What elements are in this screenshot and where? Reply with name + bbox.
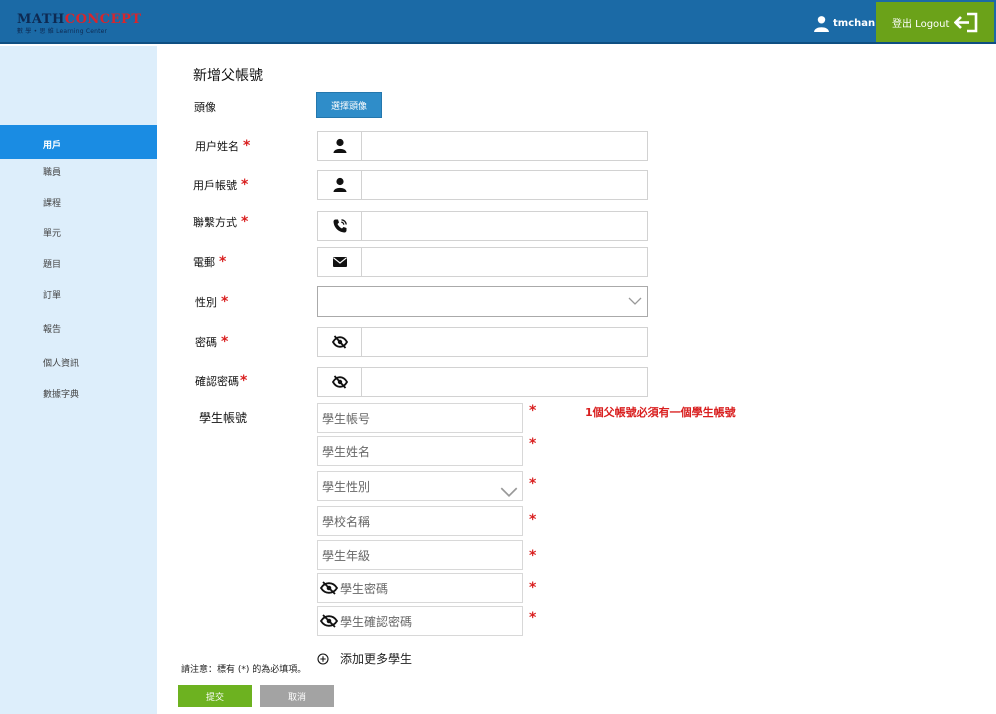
brand-logo[interactable]: MATHCONCEPT 數 學 • 思 維 Learning Center (17, 13, 142, 36)
password-input[interactable] (362, 328, 647, 356)
chevron-down-icon (628, 297, 642, 305)
sidebar-item-courses[interactable]: 課程 (0, 196, 157, 209)
student-gender-select[interactable]: 學生性別 (317, 471, 523, 501)
email-field[interactable] (317, 247, 648, 277)
required-mark: * (529, 580, 537, 596)
password-label: 密碼 * (195, 334, 229, 350)
phone-icon (333, 219, 347, 233)
page-title: 新增父帳號 (193, 68, 263, 84)
required-fields-note: 請注意：標有 (*) 的為必填項。 (181, 665, 307, 675)
avatar-label: 頭像 (194, 101, 216, 114)
sidebar-item-units[interactable]: 單元 (0, 226, 157, 239)
contact-label: 聯繫方式 * (193, 214, 249, 230)
student-password-input[interactable]: 學生密碼 (317, 573, 523, 603)
submit-button[interactable]: 提交 (178, 685, 252, 707)
add-more-students-button[interactable]: 添加更多學生 (317, 650, 412, 667)
student-requirement-note: 1個父帳號必須有一個學生帳號 (585, 406, 736, 419)
required-mark: * (241, 214, 249, 230)
gender-label: 性別 * (195, 294, 229, 310)
sidebar-item-users[interactable]: 用戶 (0, 125, 157, 159)
sidebar-item-profile[interactable]: 個人資訊 (0, 356, 157, 369)
name-field[interactable] (317, 131, 648, 161)
required-mark: * (529, 548, 537, 564)
eye-slash-icon[interactable] (320, 581, 338, 595)
sidebar-item-questions[interactable]: 題目 (0, 257, 157, 270)
required-mark: * (529, 610, 537, 626)
eye-slash-icon[interactable] (331, 374, 348, 390)
choose-avatar-button[interactable]: 選擇頭像 (316, 92, 382, 118)
logo-subtitle: 數 學 • 思 維 Learning Center (17, 28, 108, 35)
name-label: 用户姓名 * (195, 138, 251, 154)
email-input[interactable] (362, 248, 647, 276)
required-mark: * (221, 294, 229, 310)
required-mark: * (240, 373, 248, 389)
contact-field[interactable] (317, 211, 648, 241)
required-mark: * (529, 403, 537, 419)
contact-input[interactable] (362, 212, 647, 240)
user-icon (333, 138, 346, 153)
confirm-password-label: 確認密碼* (195, 373, 248, 389)
account-input[interactable] (362, 171, 647, 199)
logout-label: 登出 Logout (892, 18, 950, 30)
user-icon (333, 177, 346, 192)
eye-slash-icon[interactable] (331, 334, 348, 350)
envelope-icon (332, 257, 347, 267)
logo-text-math: MATH (17, 12, 65, 27)
sidebar-item-orders[interactable]: 訂單 (0, 288, 157, 301)
sidebar: 用戶 職員 課程 單元 題目 訂單 報告 個人資訊 數據字典 (0, 46, 157, 714)
top-header: MATHCONCEPT 數 學 • 思 維 Learning Center tm… (0, 0, 996, 44)
confirm-password-field[interactable] (317, 367, 648, 397)
required-mark: * (529, 436, 537, 452)
sidebar-item-reports[interactable]: 報告 (0, 322, 157, 335)
sidebar-item-staff[interactable]: 職員 (0, 165, 157, 178)
username: tmchan (833, 17, 876, 29)
logout-icon (954, 12, 978, 33)
required-mark: * (241, 177, 249, 193)
confirm-password-input[interactable] (362, 368, 647, 396)
user-icon (814, 15, 829, 32)
password-field[interactable] (317, 327, 648, 357)
chevron-down-icon (500, 487, 518, 498)
user-menu[interactable]: tmchan (813, 14, 875, 32)
cancel-button[interactable]: 取消 (260, 685, 334, 707)
logout-button[interactable]: 登出 Logout (876, 2, 994, 42)
logo-text-concept: CONCEPT (64, 12, 142, 27)
gender-select[interactable] (317, 286, 648, 317)
name-input[interactable] (362, 132, 647, 160)
email-label: 電郵 * (193, 254, 227, 270)
student-grade-input[interactable]: 學生年級 (317, 540, 523, 570)
required-mark: * (219, 254, 227, 270)
plus-circle-icon (317, 652, 329, 665)
student-section-label: 學生帳號 (199, 411, 248, 425)
sidebar-item-dictionary[interactable]: 數據字典 (0, 387, 157, 400)
required-mark: * (243, 138, 251, 154)
account-label: 用戶帳號 * (193, 177, 249, 193)
student-account-input[interactable]: 學生帳号 (317, 403, 523, 433)
student-confirm-password-input[interactable]: 學生確認密碼 (317, 606, 523, 636)
eye-slash-icon[interactable] (320, 614, 338, 628)
app-root: MATHCONCEPT 數 學 • 思 維 Learning Center tm… (0, 0, 996, 714)
school-name-input[interactable]: 學校名稱 (317, 506, 523, 536)
add-more-label: 添加更多學生 (340, 652, 413, 666)
required-mark: * (529, 476, 537, 492)
required-mark: * (221, 334, 229, 350)
student-name-input[interactable]: 學生姓名 (317, 436, 523, 466)
required-mark: * (529, 512, 537, 528)
account-field[interactable] (317, 170, 648, 200)
